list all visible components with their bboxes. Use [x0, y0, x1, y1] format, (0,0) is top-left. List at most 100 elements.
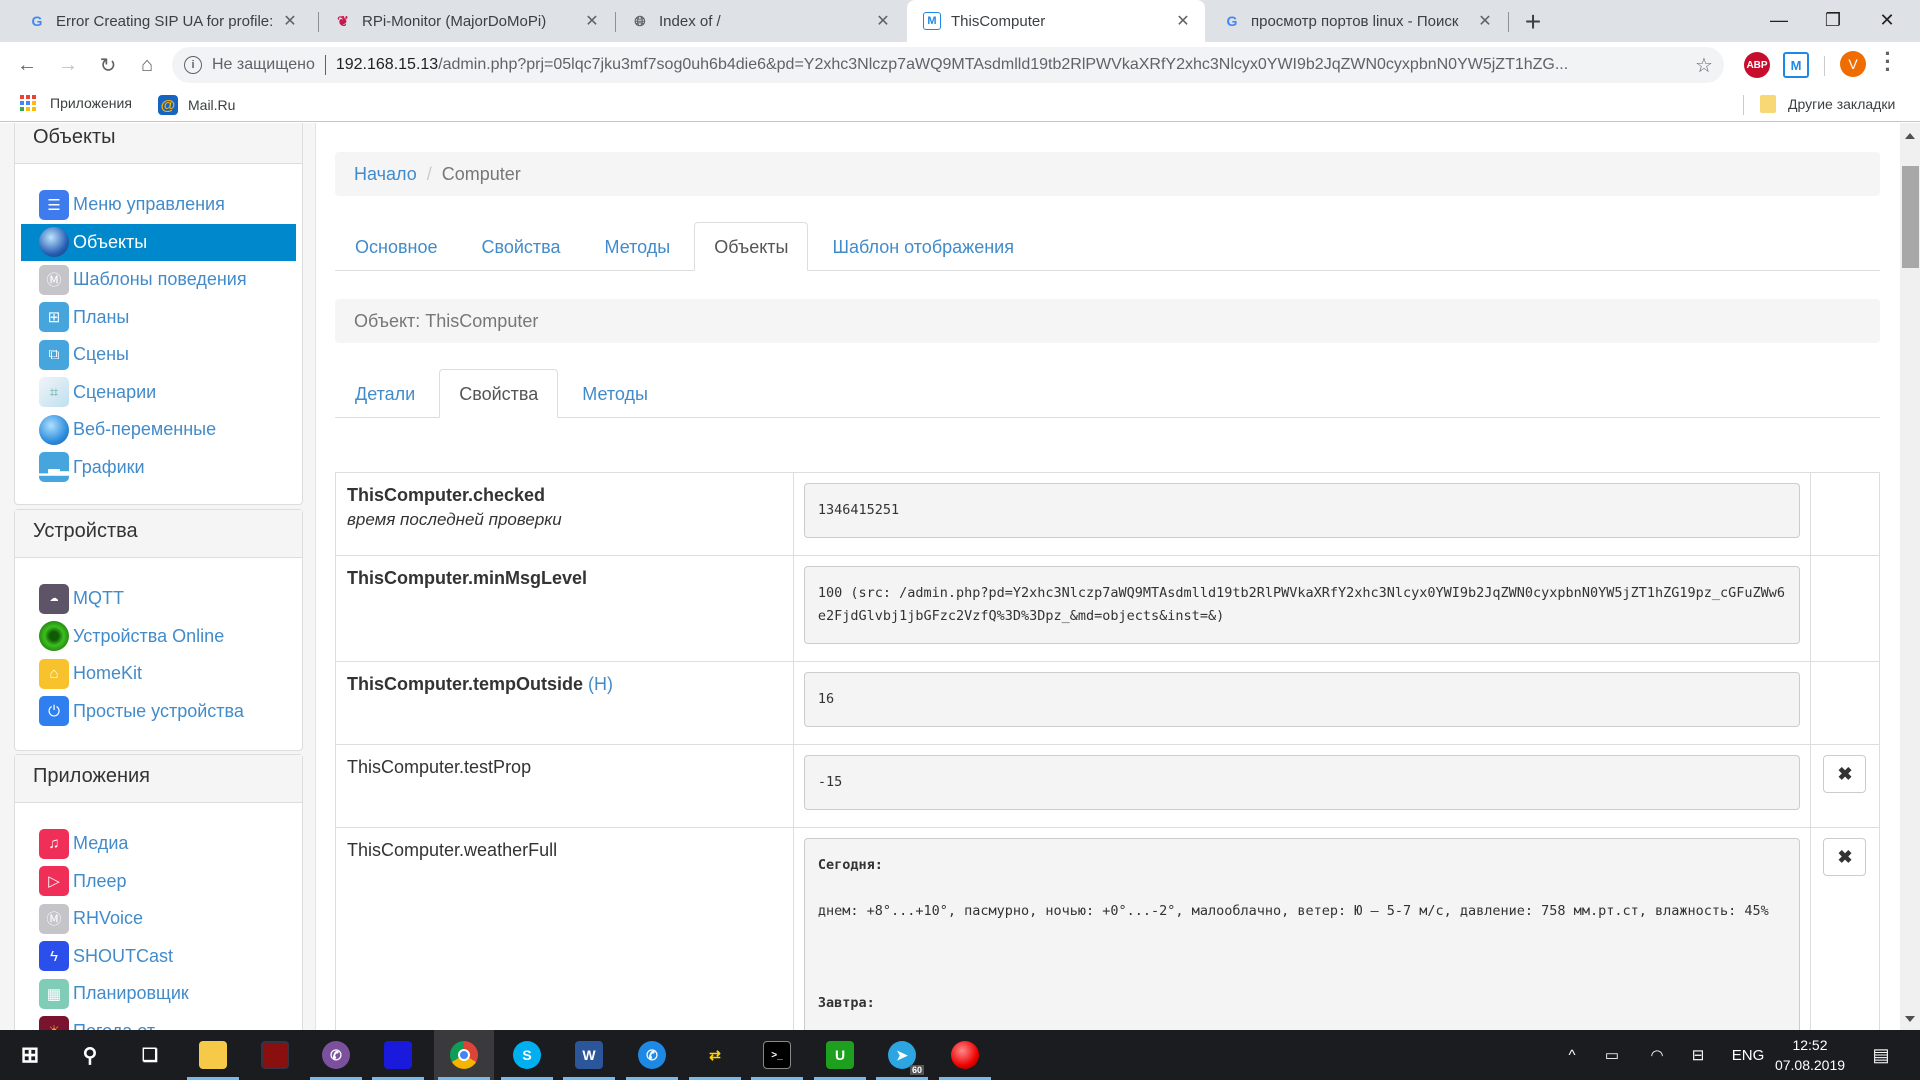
new-tab-button[interactable]: + [1518, 6, 1548, 38]
taskbar-app[interactable] [245, 1030, 305, 1080]
taskbar-app[interactable] [368, 1030, 428, 1080]
sidebar-item-scheduler[interactable]: ▦ Планировщик [15, 975, 302, 1013]
task-view-button[interactable]: ❏ [120, 1030, 180, 1080]
browser-tab-active[interactable]: M ThisComputer ✕ [907, 0, 1205, 42]
telegram-badge: 60 [909, 1065, 924, 1075]
sidebar-item-mqtt[interactable]: ☁ MQTT [15, 580, 302, 618]
taskbar-utorrent[interactable]: U [810, 1030, 870, 1080]
sidebar-item-control-menu[interactable]: ☰ Меню управления [15, 186, 302, 224]
search-button[interactable]: ⚲ [60, 1030, 120, 1080]
history-link-label[interactable]: H [594, 674, 607, 694]
skype-icon: S [513, 1041, 541, 1069]
minimize-button[interactable]: — [1756, 0, 1802, 40]
adblock-extension-icon[interactable]: ABP [1744, 52, 1770, 78]
delete-property-button[interactable]: ✖ [1823, 838, 1867, 876]
taskbar-network[interactable]: ⇄ [685, 1030, 745, 1080]
wifi-icon[interactable]: ◠ [1645, 1030, 1669, 1080]
touchpad-icon[interactable]: ⊟ [1686, 1030, 1710, 1080]
taskbar-terminal[interactable]: >_ [747, 1030, 807, 1080]
close-tab-icon[interactable]: ✕ [873, 11, 893, 31]
bookmark-apps[interactable]: Приложения [20, 95, 132, 111]
tab-title: RPi-Monitor (MajorDoMoPi) [362, 12, 547, 30]
home-button[interactable]: ⌂ [132, 50, 162, 80]
browser-tab-strip: G Error Creating SIP UA for profile: ✕ ❦… [0, 0, 1920, 42]
taskbar-file-explorer[interactable] [183, 1030, 243, 1080]
history-link[interactable]: (H) [588, 674, 613, 694]
subtab-methods[interactable]: Методы [562, 369, 668, 418]
property-value[interactable]: 1346415251 [803, 483, 1800, 538]
bookmark-other[interactable]: Другие закладки [1760, 95, 1895, 113]
scroll-up-arrow[interactable] [1905, 133, 1915, 139]
close-tab-icon[interactable]: ✕ [1173, 11, 1193, 31]
taskbar-telegram[interactable]: ➤ 60 [872, 1030, 932, 1080]
tab-methods[interactable]: Методы [585, 222, 691, 271]
address-bar[interactable]: i Не защищено 192.168.15.13 /admin.php?p… [172, 47, 1724, 83]
action-center-icon[interactable]: ▤ [1866, 1030, 1896, 1080]
property-value[interactable]: -15 [803, 755, 1800, 810]
scrollbar-thumb[interactable] [1902, 166, 1919, 268]
taskbar-phone[interactable]: ✆ [622, 1030, 682, 1080]
browser-menu-icon[interactable]: · · · [1882, 43, 1894, 81]
forward-button[interactable]: → [53, 50, 83, 80]
browser-tab[interactable]: 🌐︎ Index of / ✕ [615, 0, 905, 42]
breadcrumb-home[interactable]: Начало [354, 164, 417, 185]
sidebar-item-scenarios[interactable]: ⌗ Сценарии [15, 374, 302, 412]
info-icon[interactable]: i [184, 56, 202, 74]
browser-tab[interactable]: ❦ RPi-Monitor (MajorDoMoPi) ✕ [318, 0, 614, 42]
sidebar-item-devices-online[interactable]: Устройства Online [15, 618, 302, 656]
tab-properties[interactable]: Свойства [461, 222, 580, 271]
delete-property-button[interactable]: ✖ [1823, 755, 1867, 793]
close-tab-icon[interactable]: ✕ [582, 11, 602, 31]
taskbar-chrome[interactable] [434, 1030, 494, 1080]
sidebar-item-scenes[interactable]: ⧉ Сцены [15, 336, 302, 374]
property-name: ThisComputer.checked [347, 485, 546, 505]
bookmark-star-icon[interactable]: ☆ [1684, 53, 1724, 78]
browser-tab[interactable]: G просмотр портов linux - Поиск ✕ [1207, 0, 1507, 42]
sidebar-item-objects[interactable]: Объекты [21, 223, 296, 261]
subtab-properties[interactable]: Свойства [439, 369, 559, 418]
bookmark-mailru[interactable]: @ Mail.Ru [158, 95, 235, 115]
battery-icon[interactable]: ▭ [1600, 1030, 1624, 1080]
close-tab-icon[interactable]: ✕ [280, 11, 300, 31]
sidebar-item-homekit[interactable]: ⌂ HomeKit [15, 655, 302, 693]
sidebar-item-charts[interactable]: ▁▃▂ Графики [15, 449, 302, 487]
majordomo-extension-icon[interactable]: M [1783, 52, 1809, 78]
sidebar-item-behavior-templates[interactable]: Ⓜ Шаблоны поведения [15, 261, 302, 299]
page-scrollbar[interactable] [1900, 123, 1920, 1030]
sidebar-item-simple-devices[interactable]: ⏻ Простые устройства [15, 693, 302, 731]
tab-display-template[interactable]: Шаблон отображения [812, 222, 1033, 271]
sidebar-item-label: Сценарии [73, 381, 157, 402]
taskbar-app[interactable] [935, 1030, 995, 1080]
sidebar-item-media[interactable]: ♫ Медиа [15, 825, 302, 863]
scroll-down-arrow[interactable] [1905, 1016, 1915, 1022]
property-value[interactable]: Сегодня: днем: +8°...+10°, пасмурно, ноч… [803, 838, 1800, 1030]
sidebar-item-web-vars[interactable]: Веб-переменные [15, 411, 302, 449]
sidebar-item-weather[interactable]: ☀ Погода от [15, 1013, 302, 1030]
maximize-button[interactable]: ❐ [1810, 0, 1856, 40]
taskbar-viber[interactable]: ✆ [306, 1030, 366, 1080]
sidebar-item-plans[interactable]: ⊞ Планы [15, 299, 302, 337]
panel-title: Устройства [15, 510, 302, 558]
reload-button[interactable]: ↻ [93, 50, 123, 80]
divider [1824, 56, 1825, 76]
taskbar-skype[interactable]: S [497, 1030, 557, 1080]
tray-chevron-icon[interactable]: ^ [1560, 1030, 1584, 1080]
clock[interactable]: 12:52 07.08.2019 [1760, 1035, 1860, 1075]
sidebar-item-rhvoice[interactable]: Ⓜ RHVoice [15, 900, 302, 938]
profile-avatar[interactable]: V [1840, 51, 1866, 77]
start-button[interactable]: ⊞ [0, 1030, 60, 1080]
property-value[interactable]: 100 (src: /admin.php?pd=Y2xhc3Nlczp7aWQ9… [803, 566, 1800, 644]
back-button[interactable]: ← [12, 50, 42, 80]
tab-general[interactable]: Основное [335, 222, 457, 271]
property-value[interactable]: 16 [803, 672, 1800, 727]
tab-objects[interactable]: Объекты [694, 222, 809, 271]
close-tab-icon[interactable]: ✕ [1475, 11, 1495, 31]
taskbar-word[interactable]: W [559, 1030, 619, 1080]
sidebar-item-label: Сцены [73, 344, 129, 365]
close-window-button[interactable]: ✕ [1864, 0, 1910, 40]
sidebar-item-player[interactable]: ▷ Плеер [15, 863, 302, 901]
browser-tab[interactable]: G Error Creating SIP UA for profile: ✕ [12, 0, 312, 42]
subtab-details[interactable]: Детали [335, 369, 435, 418]
sidebar-item-shoutcast[interactable]: ϟ SHOUTCast [15, 938, 302, 976]
breadcrumb: Начало / Computer [335, 152, 1880, 196]
